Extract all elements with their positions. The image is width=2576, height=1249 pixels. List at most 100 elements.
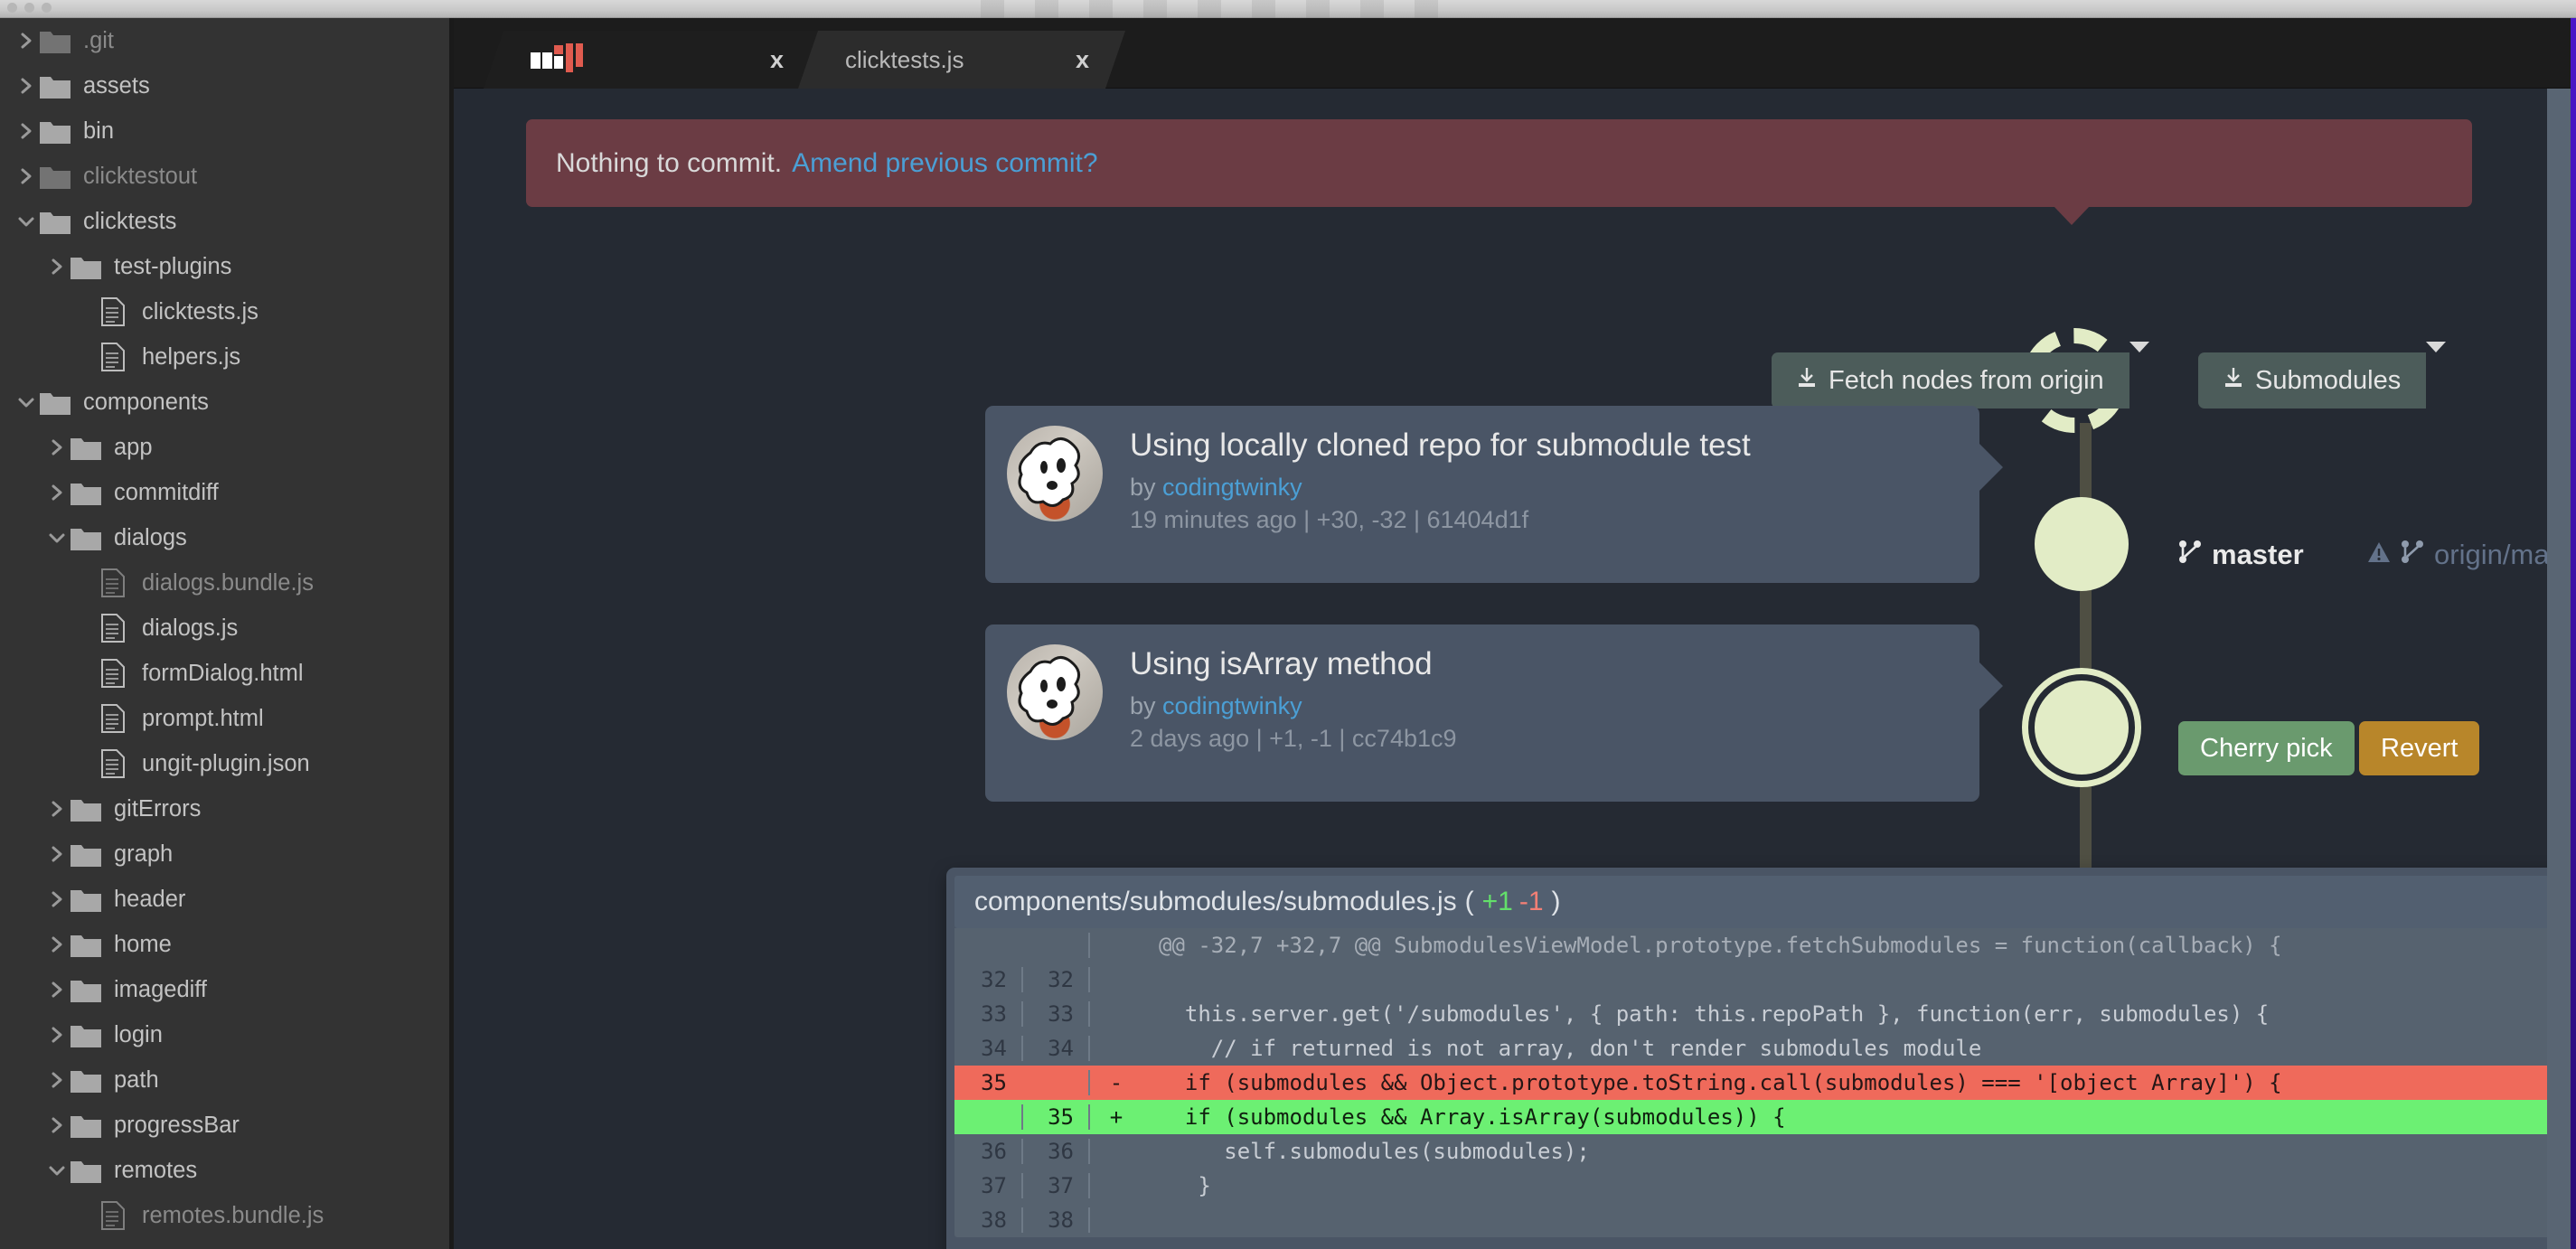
chevron-right-icon[interactable] <box>43 258 71 276</box>
tree-folder-graph[interactable]: graph <box>0 831 454 877</box>
folder-icon <box>71 481 101 505</box>
tree-folder-assets[interactable]: assets <box>0 63 454 108</box>
tree-item-label: helpers.js <box>142 343 241 370</box>
revert-button[interactable]: Revert <box>2359 721 2480 775</box>
editor-tab-bar[interactable]: x clicktests.js x <box>454 18 2576 89</box>
diff-line-hunk: @@ -32,7 +32,7 @@ SubmodulesViewModel.pr… <box>954 928 2576 963</box>
commit-node-head[interactable] <box>2035 497 2129 591</box>
chevron-right-icon[interactable] <box>13 167 40 185</box>
file-icon <box>101 1201 128 1230</box>
commit-card[interactable]: Using isArray method by codingtwinky 2 d… <box>985 624 2003 802</box>
file-tree-sidebar[interactable]: .git assets bin clicktestout clicktests test-… <box>0 18 454 1249</box>
tree-folder-bin[interactable]: bin <box>0 108 454 154</box>
tree-folder-commitdiff[interactable]: commitdiff <box>0 470 454 515</box>
chevron-right-icon[interactable] <box>13 122 40 140</box>
ungit-app: Nothing to commit. Amend previous commit… <box>454 89 2576 1249</box>
chevron-down-icon[interactable] <box>43 1164 71 1177</box>
commit-author-link[interactable]: codingtwinky <box>1162 692 1302 719</box>
zoom-window-button[interactable] <box>42 3 52 13</box>
diff-code-text: if (submodules && Object.prototype.toStr… <box>1159 1070 2282 1095</box>
tree-folder-header[interactable]: header <box>0 877 454 922</box>
chevron-down-icon[interactable] <box>13 396 40 409</box>
tree-file-helpers-js[interactable]: helpers.js <box>0 334 454 380</box>
file-icon <box>101 659 128 688</box>
commit-card-pointer <box>1979 444 2003 491</box>
chevron-right-icon[interactable] <box>43 1026 71 1044</box>
chevron-right-icon[interactable] <box>43 1071 71 1089</box>
cherry-pick-button[interactable]: Cherry pick <box>2178 721 2355 775</box>
tree-folder-remotes[interactable]: remotes <box>0 1148 454 1193</box>
file-icon <box>101 343 128 371</box>
close-icon[interactable]: x <box>770 46 784 74</box>
editor-tab-clicktests-js[interactable]: clicktests.js x <box>798 31 1125 89</box>
tree-file-dialogs-js[interactable]: dialogs.js <box>0 606 454 651</box>
amend-previous-commit-link[interactable]: Amend previous commit? <box>792 148 1097 179</box>
branch-label-origin-master[interactable]: origin/master <box>2367 539 2576 571</box>
tree-file-remotes-bundle-js[interactable]: remotes.bundle.js <box>0 1193 454 1238</box>
submodules-dropdown-toggle[interactable] <box>2426 342 2447 409</box>
tree-folder-progressbar[interactable]: progressBar <box>0 1103 454 1148</box>
tree-folder-home[interactable]: home <box>0 922 454 967</box>
close-icon[interactable]: x <box>1076 46 1089 74</box>
commit-card[interactable]: Using locally cloned repo for submodule … <box>985 406 2003 583</box>
download-icon <box>2223 366 2243 396</box>
commit-author-link[interactable]: codingtwinky <box>1162 474 1302 501</box>
tree-item-label: header <box>114 886 186 912</box>
diff-line-list: @@ -32,7 +32,7 @@ SubmodulesViewModel.pr… <box>954 928 2576 1237</box>
fetch-button-group[interactable]: Fetch nodes from origin <box>1772 342 2149 409</box>
branch-icon <box>2401 539 2424 571</box>
chevron-right-icon[interactable] <box>43 845 71 863</box>
tree-item-label: assets <box>83 72 150 99</box>
tree-folder-imagediff[interactable]: imagediff <box>0 967 454 1012</box>
submodules-button-group[interactable]: Submodules <box>2198 342 2447 409</box>
tree-folder-test-plugins[interactable]: test-plugins <box>0 244 454 289</box>
fetch-dropdown-toggle[interactable] <box>2129 342 2149 409</box>
window-controls[interactable] <box>7 3 52 13</box>
tree-folder--git[interactable]: .git <box>0 18 454 63</box>
tree-item-label: bin <box>83 117 115 144</box>
diff-line-ctx: 36 36 self.submodules(submodules); <box>954 1134 2576 1169</box>
chevron-right-icon[interactable] <box>43 890 71 908</box>
commit-node-selected[interactable] <box>2035 681 2129 775</box>
tree-file-clicktests-js[interactable]: clicktests.js <box>0 289 454 334</box>
close-window-button[interactable] <box>7 3 17 13</box>
tree-folder-clicktests[interactable]: clicktests <box>0 199 454 244</box>
notice-pointer-arrow <box>2054 206 2090 225</box>
tree-item-label: login <box>114 1021 163 1047</box>
tree-folder-components[interactable]: components <box>0 380 454 425</box>
diff-change-sign <box>1088 1036 1142 1061</box>
tree-folder-dialogs[interactable]: dialogs <box>0 515 454 560</box>
diff-file-header: components/submodules/submodules.js ( +1… <box>954 876 2576 928</box>
diff-old-line-number: 37 <box>981 1173 1007 1198</box>
diff-panel[interactable]: components/submodules/submodules.js ( +1… <box>946 868 2576 1249</box>
tree-file-ungit-plugin-json[interactable]: ungit-plugin.json <box>0 741 454 786</box>
chevron-right-icon[interactable] <box>43 438 71 456</box>
chevron-right-icon[interactable] <box>43 981 71 999</box>
fetch-nodes-from-origin-button[interactable]: Fetch nodes from origin <box>1772 352 2129 409</box>
chevron-right-icon[interactable] <box>43 800 71 818</box>
tree-folder-app[interactable]: app <box>0 425 454 470</box>
tree-folder-login[interactable]: login <box>0 1012 454 1057</box>
tree-folder-path[interactable]: path <box>0 1057 454 1103</box>
diff-new-line-number: 37 <box>1021 1173 1088 1198</box>
submodules-button[interactable]: Submodules <box>2198 352 2427 409</box>
tree-file-prompt-html[interactable]: prompt.html <box>0 696 454 741</box>
tree-file-formdialog-html[interactable]: formDialog.html <box>0 651 454 696</box>
file-icon <box>101 568 128 597</box>
diff-new-line-number: 34 <box>1021 1036 1088 1061</box>
editor-tab-ungit[interactable]: x <box>484 31 820 89</box>
minimize-window-button[interactable] <box>24 3 34 13</box>
chevron-right-icon[interactable] <box>43 935 71 953</box>
tree-folder-giterrors[interactable]: gitErrors <box>0 786 454 831</box>
chevron-right-icon[interactable] <box>43 484 71 502</box>
diff-change-sign: + <box>1088 1104 1142 1130</box>
tree-folder-clicktestout[interactable]: clicktestout <box>0 154 454 199</box>
menu-bar-items[interactable] <box>981 0 1451 18</box>
tree-file-dialogs-bundle-js[interactable]: dialogs.bundle.js <box>0 560 454 606</box>
chevron-right-icon[interactable] <box>13 77 40 95</box>
branch-label-master[interactable]: master <box>2178 539 2304 571</box>
chevron-right-icon[interactable] <box>43 1116 71 1134</box>
chevron-down-icon[interactable] <box>13 215 40 228</box>
chevron-down-icon[interactable] <box>43 531 71 544</box>
chevron-right-icon[interactable] <box>13 32 40 50</box>
